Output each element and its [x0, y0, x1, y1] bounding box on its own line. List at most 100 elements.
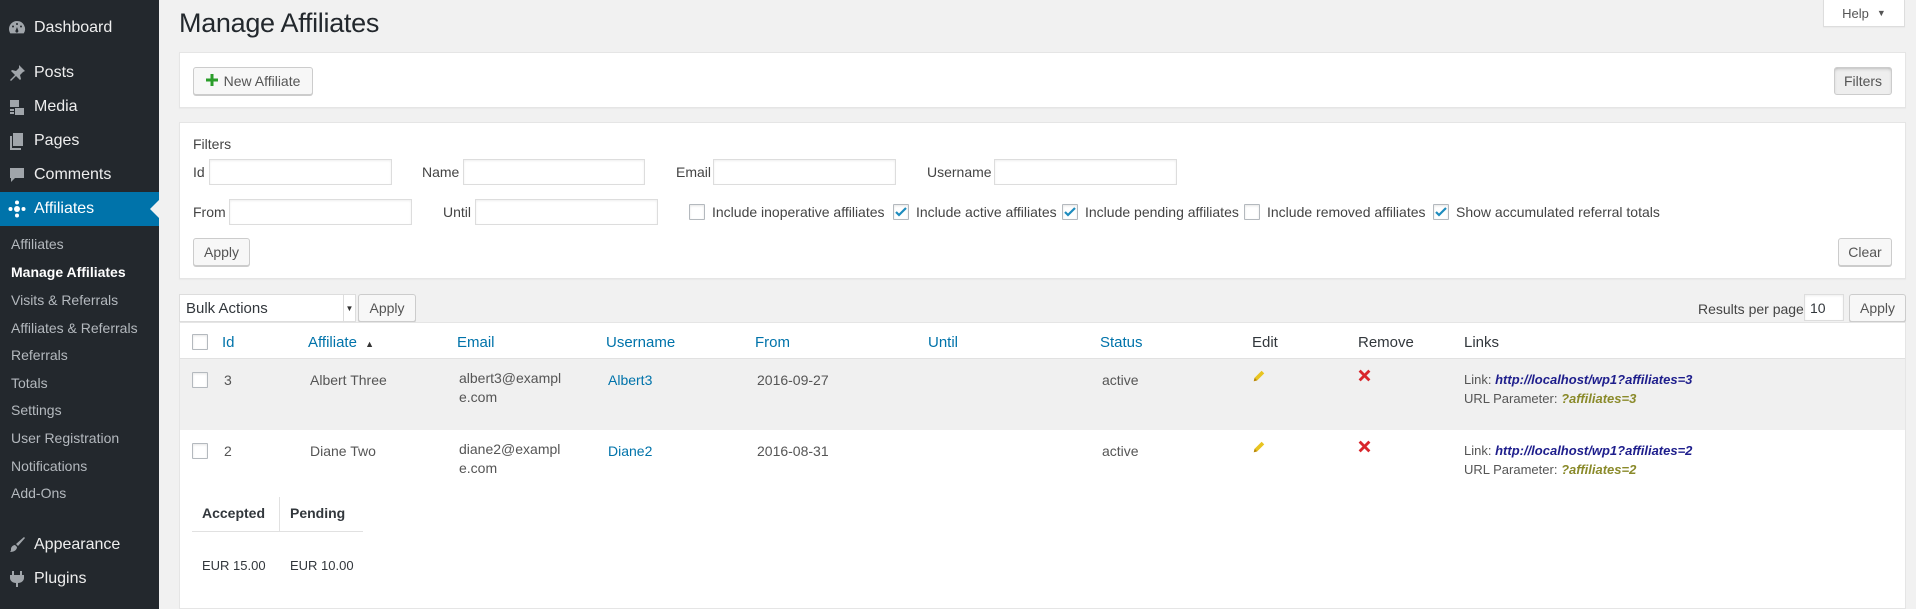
name-filter-input[interactable]: [463, 159, 645, 185]
edit-pencil-icon[interactable]: [1252, 369, 1268, 385]
menu-dashboard[interactable]: Dashboard: [0, 11, 159, 45]
help-tab[interactable]: Help ▼: [1823, 0, 1905, 27]
menu-label: Comments: [34, 166, 112, 183]
bulk-apply-button[interactable]: Apply: [358, 294, 416, 322]
affiliate-url[interactable]: http://localhost/wp1?affiliates=3: [1495, 372, 1692, 387]
totals-header-accepted: Accepted: [202, 505, 266, 521]
id-filter-input[interactable]: [209, 159, 392, 185]
affiliate-link-line: Link: http://localhost/wp1?affiliates=3: [1464, 372, 1692, 387]
remove-x-icon[interactable]: [1358, 440, 1374, 456]
cell-id: 2: [224, 443, 232, 459]
from-date-input[interactable]: [229, 199, 412, 225]
username-label: Username: [927, 164, 992, 180]
url-parameter-line: URL Parameter: ?affiliates=2: [1464, 462, 1636, 477]
plugin-icon: [0, 562, 34, 596]
submenu-manage-affiliates[interactable]: Manage Affiliates: [11, 264, 126, 280]
cell-username-link[interactable]: Diane2: [608, 443, 652, 459]
filters-heading: Filters: [193, 136, 232, 152]
checkmark-icon: [1064, 207, 1076, 217]
paintbrush-icon: [0, 528, 34, 562]
cell-status: active: [1102, 443, 1139, 459]
column-until[interactable]: Until: [928, 334, 958, 351]
menu-label: Appearance: [34, 536, 121, 553]
paging-apply-button[interactable]: Apply: [1849, 294, 1906, 322]
submenu-add-ons[interactable]: Add-Ons: [11, 485, 66, 501]
filters-panel: [179, 122, 1906, 279]
menu-pages[interactable]: Pages: [0, 124, 159, 158]
submenu-notifications[interactable]: Notifications: [11, 458, 87, 474]
include-active-checkbox[interactable]: [893, 204, 909, 220]
cell-status: active: [1102, 372, 1139, 388]
affiliate-url[interactable]: http://localhost/wp1?affiliates=2: [1495, 443, 1692, 458]
pin-icon: [0, 56, 34, 90]
affiliates-icon: [0, 192, 34, 226]
toolbar-panel: [179, 52, 1906, 108]
submenu-visits-referrals[interactable]: Visits & Referrals: [11, 292, 118, 308]
sort-ascending-icon: ▲: [365, 339, 375, 349]
include-removed-label: Include removed affiliates: [1267, 204, 1426, 220]
new-affiliate-button[interactable]: New Affiliate: [193, 67, 313, 95]
cell-id: 3: [224, 372, 232, 388]
help-label: Help: [1842, 5, 1869, 21]
menu-label: Media: [34, 98, 78, 115]
cell-from: 2016-08-31: [757, 443, 829, 459]
url-parameter-value: ?affiliates=3: [1561, 391, 1637, 406]
include-removed-checkbox[interactable]: [1244, 204, 1260, 220]
row-select-checkbox[interactable]: [192, 443, 208, 459]
select-all-checkbox[interactable]: [192, 334, 208, 350]
column-edit: Edit: [1252, 334, 1278, 351]
show-accumulated-totals-checkbox[interactable]: [1433, 204, 1449, 220]
include-inoperative-checkbox[interactable]: [689, 204, 705, 220]
checkmark-icon: [1435, 207, 1447, 217]
name-label: Name: [422, 164, 460, 180]
menu-comments[interactable]: Comments: [0, 158, 159, 192]
email-label: Email: [676, 164, 712, 180]
submenu-user-registration[interactable]: User Registration: [11, 430, 119, 446]
url-parameter-value: ?affiliates=2: [1561, 462, 1637, 477]
column-from[interactable]: From: [755, 334, 790, 351]
column-username[interactable]: Username: [606, 334, 675, 351]
id-label: Id: [193, 164, 205, 180]
until-date-input[interactable]: [475, 199, 658, 225]
username-filter-input[interactable]: [994, 159, 1177, 185]
filters-apply-button[interactable]: Apply: [193, 238, 250, 266]
menu-label: Plugins: [34, 570, 87, 587]
menu-label: Pages: [34, 132, 80, 149]
column-id[interactable]: Id: [222, 334, 235, 351]
include-pending-checkbox[interactable]: [1062, 204, 1078, 220]
column-affiliate-label: Affiliate: [308, 334, 357, 351]
totals-header-pending: Pending: [290, 505, 346, 521]
include-active-label: Include active affiliates: [916, 204, 1057, 220]
checkmark-icon: [895, 207, 907, 217]
edit-pencil-icon[interactable]: [1252, 440, 1268, 456]
menu-label: Affiliates: [34, 200, 95, 217]
until-label: Until: [443, 204, 472, 220]
results-per-page-input[interactable]: [1804, 294, 1844, 321]
filters-toggle-button[interactable]: Filters: [1834, 67, 1892, 95]
column-email[interactable]: Email: [457, 334, 495, 351]
cell-email: diane2@example.com: [459, 441, 561, 476]
cell-username-link[interactable]: Albert3: [608, 372, 652, 388]
url-parameter-line: URL Parameter: ?affiliates=3: [1464, 391, 1636, 406]
submenu-settings[interactable]: Settings: [11, 402, 62, 418]
select-arrow-icon: ▼: [343, 295, 355, 321]
menu-media[interactable]: Media: [0, 90, 159, 124]
bulk-actions-select[interactable]: Bulk Actions ▼: [179, 294, 356, 322]
menu-appearance[interactable]: Appearance: [0, 528, 159, 562]
column-affiliate[interactable]: Affiliate ▲: [308, 334, 374, 351]
show-accumulated-totals-label: Show accumulated referral totals: [1456, 204, 1660, 220]
menu-posts[interactable]: Posts: [0, 56, 159, 90]
row-select-checkbox[interactable]: [192, 372, 208, 388]
filters-clear-button[interactable]: Clear: [1838, 238, 1892, 266]
email-filter-input[interactable]: [713, 159, 896, 185]
submenu-affiliates-referrals[interactable]: Affiliates & Referrals: [11, 320, 138, 336]
submenu-affiliates[interactable]: Affiliates: [11, 236, 64, 252]
menu-plugins[interactable]: Plugins: [0, 562, 159, 596]
new-affiliate-label: New Affiliate: [223, 73, 301, 89]
submenu-referrals[interactable]: Referrals: [11, 347, 68, 363]
column-status[interactable]: Status: [1100, 334, 1143, 351]
menu-affiliates[interactable]: Affiliates: [0, 192, 159, 226]
remove-x-icon[interactable]: [1358, 369, 1374, 385]
submenu-totals[interactable]: Totals: [11, 375, 48, 391]
column-remove: Remove: [1358, 334, 1414, 351]
